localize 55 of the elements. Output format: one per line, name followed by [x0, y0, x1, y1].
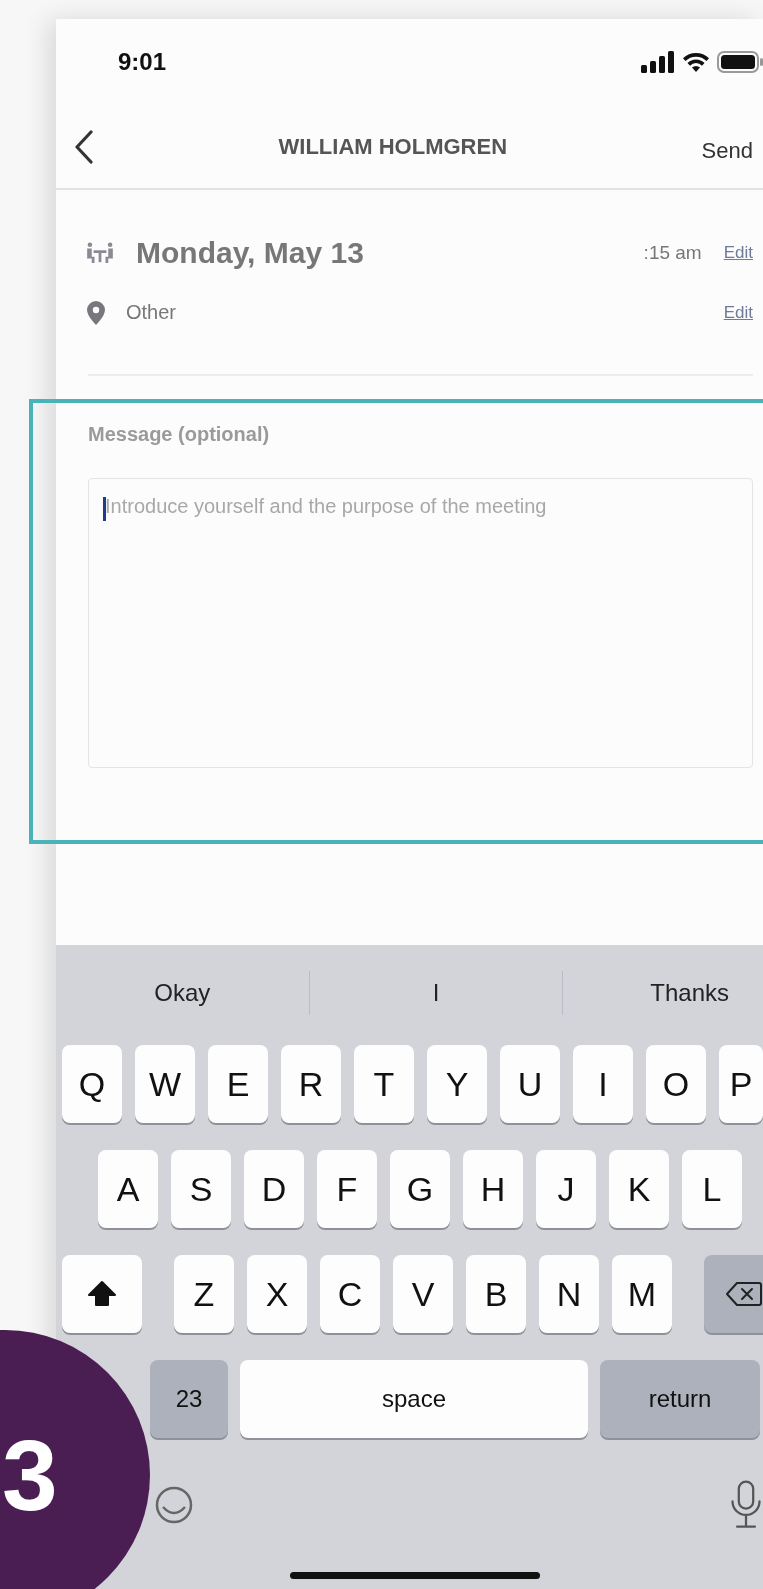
emoji-icon: [154, 1485, 194, 1525]
key[interactable]: O: [646, 1045, 706, 1123]
wifi-icon: [681, 51, 711, 73]
backspace-icon: [726, 1281, 762, 1307]
contact-name-title: WILLIAM HOLMGREN: [277, 133, 509, 160]
meeting-date: Monday, May 13: [136, 235, 365, 270]
key[interactable]: E: [208, 1045, 268, 1123]
key[interactable]: T: [354, 1045, 414, 1123]
send-button[interactable]: Send: [701, 131, 753, 170]
key[interactable]: H: [463, 1150, 523, 1228]
edit-link[interactable]: Edit: [723, 302, 753, 323]
key[interactable]: F: [317, 1150, 377, 1228]
location-text: Other: [126, 301, 178, 324]
key[interactable]: C: [320, 1255, 380, 1333]
key[interactable]: V: [393, 1255, 453, 1333]
status-time: 9:01: [118, 48, 167, 76]
battery-icon: [717, 51, 763, 73]
key[interactable]: U: [500, 1045, 560, 1123]
numbers-key[interactable]: 23: [150, 1360, 228, 1438]
text-cursor: [103, 497, 106, 521]
key[interactable]: A: [98, 1150, 158, 1228]
shift-key[interactable]: [62, 1255, 142, 1333]
key[interactable]: P: [719, 1045, 763, 1123]
key[interactable]: W: [135, 1045, 195, 1123]
shift-arrow-icon: [87, 1280, 117, 1308]
signal-icon: [641, 51, 675, 73]
suggestion-item[interactable]: I: [309, 979, 563, 1007]
key[interactable]: K: [609, 1150, 669, 1228]
key[interactable]: X: [247, 1255, 307, 1333]
location-pin-icon: [86, 299, 106, 326]
space-key[interactable]: space: [240, 1360, 588, 1438]
key[interactable]: M: [612, 1255, 672, 1333]
key[interactable]: D: [244, 1150, 304, 1228]
return-key[interactable]: return: [600, 1360, 760, 1438]
key[interactable]: G: [390, 1150, 450, 1228]
key[interactable]: S: [171, 1150, 231, 1228]
meeting-icon: [86, 241, 114, 264]
key[interactable]: Y: [427, 1045, 487, 1123]
key[interactable]: R: [281, 1045, 341, 1123]
meeting-time: :15 am: [643, 241, 702, 264]
message-placeholder: Introduce yourself and the purpose of the meeting: [105, 495, 547, 518]
key[interactable]: I: [573, 1045, 633, 1123]
delete-key[interactable]: [704, 1255, 763, 1333]
edit-link[interactable]: Edit: [723, 242, 753, 263]
key[interactable]: Q: [62, 1045, 122, 1123]
key[interactable]: N: [539, 1255, 599, 1333]
back-icon: [74, 129, 94, 164]
key[interactable]: Z: [174, 1255, 234, 1333]
suggestion-item[interactable]: Thanks: [563, 979, 763, 1007]
key[interactable]: B: [466, 1255, 526, 1333]
suggestion-item[interactable]: Okay: [56, 979, 309, 1007]
message-label: Message (optional): [88, 423, 271, 446]
microphone-icon: [728, 1479, 763, 1531]
key[interactable]: J: [536, 1150, 596, 1228]
key[interactable]: L: [682, 1150, 742, 1228]
